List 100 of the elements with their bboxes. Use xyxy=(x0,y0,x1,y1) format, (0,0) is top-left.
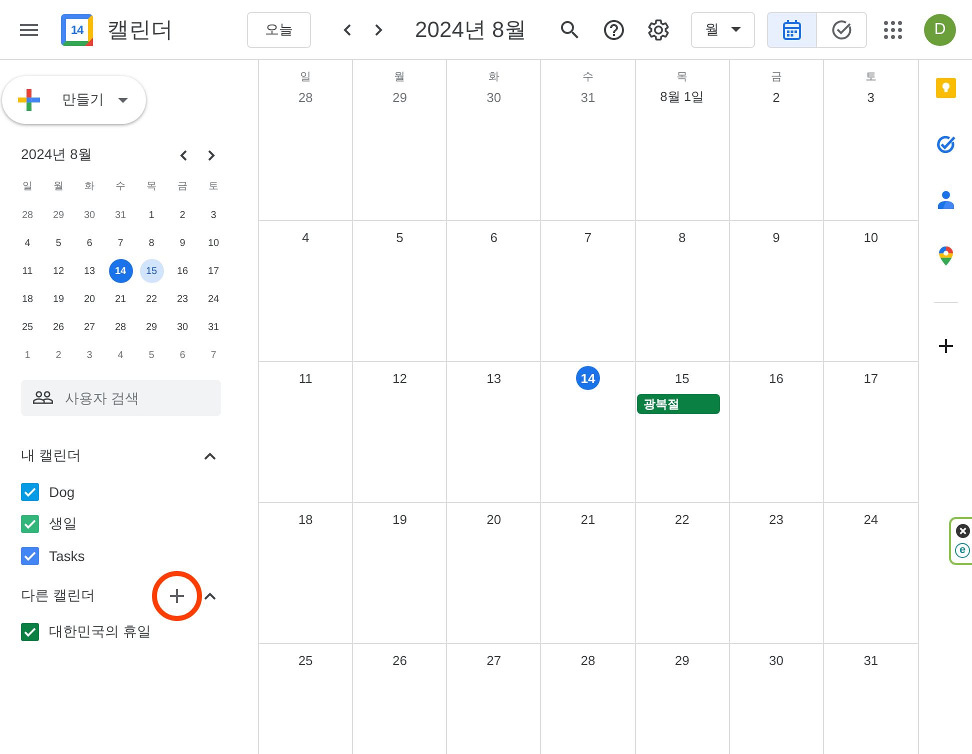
event-chip[interactable]: 광복절 xyxy=(636,394,720,414)
day-number[interactable]: 14 xyxy=(576,366,600,390)
day-number[interactable]: 21 xyxy=(576,507,600,531)
extension-logo[interactable]: e xyxy=(955,543,970,558)
mini-calendar-day[interactable]: 27 xyxy=(78,315,102,339)
day-number[interactable]: 23 xyxy=(764,507,788,531)
mini-calendar-day[interactable]: 5 xyxy=(140,343,164,367)
mini-calendar-day[interactable]: 29 xyxy=(140,315,164,339)
create-button[interactable]: 만들기 xyxy=(2,76,146,124)
mini-calendar-day[interactable]: 15 xyxy=(140,259,164,283)
day-number[interactable]: 13 xyxy=(482,366,506,390)
mini-calendar-day[interactable]: 5 xyxy=(46,231,70,255)
day-number[interactable]: 29 xyxy=(388,85,412,109)
day-number[interactable]: 22 xyxy=(670,507,694,531)
day-number[interactable]: 15 xyxy=(670,366,694,390)
mini-calendar-day[interactable]: 31 xyxy=(108,203,132,227)
mini-calendar-day[interactable]: 4 xyxy=(108,343,132,367)
mini-calendar-day[interactable]: 2 xyxy=(170,203,194,227)
chevron-up-icon xyxy=(204,592,216,600)
view-toggle-tab[interactable] xyxy=(817,12,867,48)
day-number[interactable]: 28 xyxy=(576,648,600,672)
mini-calendar-day[interactable]: 14 xyxy=(108,259,132,283)
day-number[interactable]: 20 xyxy=(482,507,506,531)
mini-calendar-day[interactable]: 13 xyxy=(78,259,102,283)
mini-calendar-day[interactable]: 10 xyxy=(202,231,226,255)
day-number[interactable]: 31 xyxy=(576,85,600,109)
day-number[interactable]: 10 xyxy=(858,225,883,249)
mini-calendar-day[interactable]: 6 xyxy=(78,231,102,255)
mini-calendar-day[interactable]: 9 xyxy=(170,231,194,255)
weekday-label: 일 xyxy=(22,180,32,194)
mini-calendar-day[interactable]: 21 xyxy=(108,287,132,311)
checkbox[interactable] xyxy=(21,547,39,565)
close-icon[interactable] xyxy=(956,524,970,538)
mini-calendar-day[interactable]: 1 xyxy=(140,203,164,227)
weekday-label: 월 xyxy=(54,180,64,194)
view-toggle-tab[interactable] xyxy=(767,12,817,48)
mini-calendar-title: 2024년 8월 xyxy=(21,146,93,164)
day-number[interactable]: 2 xyxy=(764,85,788,109)
mini-calendar-day[interactable]: 3 xyxy=(202,203,226,227)
day-number[interactable]: 11 xyxy=(294,366,318,390)
mini-calendar-day[interactable]: 22 xyxy=(140,287,164,311)
day-number[interactable]: 30 xyxy=(764,648,788,672)
day-number[interactable]: 16 xyxy=(764,366,788,390)
day-number[interactable]: 31 xyxy=(858,648,883,672)
mini-calendar-day[interactable]: 26 xyxy=(46,315,70,339)
mini-calendar-day[interactable]: 18 xyxy=(16,287,40,311)
day-number[interactable]: 30 xyxy=(482,85,506,109)
view-dropdown[interactable]: 월 xyxy=(691,12,755,48)
day-number[interactable]: 28 xyxy=(294,85,318,109)
checkbox[interactable] xyxy=(21,515,39,533)
mini-calendar-day[interactable]: 20 xyxy=(78,287,102,311)
day-number[interactable]: 12 xyxy=(388,366,412,390)
day-number[interactable]: 26 xyxy=(388,648,412,672)
mini-calendar-day[interactable]: 12 xyxy=(46,259,70,283)
people-search-field[interactable]: 사용자 검색 xyxy=(21,380,221,416)
day-number[interactable]: 19 xyxy=(388,507,412,531)
calendar-icon xyxy=(783,20,801,40)
day-number[interactable]: 29 xyxy=(670,648,694,672)
day-number[interactable]: 24 xyxy=(858,507,883,531)
mini-calendar-day[interactable]: 30 xyxy=(170,315,194,339)
checkbox[interactable] xyxy=(21,483,39,501)
mini-calendar-day[interactable]: 3 xyxy=(78,343,102,367)
day-number[interactable]: 25 xyxy=(294,648,318,672)
day-number[interactable]: 8월 1일 xyxy=(656,85,708,109)
mini-calendar-day[interactable]: 7 xyxy=(202,343,226,367)
today-button[interactable]: 오늘 xyxy=(247,12,311,48)
mini-calendar-day[interactable]: 30 xyxy=(78,203,102,227)
mini-calendar-day[interactable]: 31 xyxy=(202,315,226,339)
day-number[interactable]: 3 xyxy=(858,85,883,109)
mini-calendar-day[interactable]: 11 xyxy=(16,259,40,283)
plus-icon xyxy=(18,89,40,111)
highlight-ring xyxy=(152,571,202,621)
mini-calendar-day[interactable]: 6 xyxy=(170,343,194,367)
day-number[interactable]: 7 xyxy=(576,225,600,249)
mini-calendar-day[interactable]: 1 xyxy=(16,343,40,367)
weekday-label: 수 xyxy=(582,70,594,85)
map-pin-icon xyxy=(938,246,952,266)
day-number[interactable]: 5 xyxy=(388,225,412,249)
day-number[interactable]: 6 xyxy=(482,225,506,249)
weekday-label: 일 xyxy=(300,70,312,85)
mini-calendar-day[interactable]: 28 xyxy=(108,315,132,339)
mini-calendar-day[interactable]: 17 xyxy=(202,259,226,283)
mini-calendar-day[interactable]: 16 xyxy=(170,259,194,283)
day-number[interactable]: 17 xyxy=(858,366,883,390)
checkbox[interactable] xyxy=(21,623,39,641)
mini-calendar-day[interactable]: 28 xyxy=(16,203,40,227)
day-number[interactable]: 8 xyxy=(670,225,694,249)
mini-calendar-day[interactable]: 19 xyxy=(46,287,70,311)
mini-calendar-day[interactable]: 8 xyxy=(140,231,164,255)
mini-calendar-day[interactable]: 23 xyxy=(170,287,194,311)
mini-calendar-day[interactable]: 29 xyxy=(46,203,70,227)
day-number[interactable]: 4 xyxy=(294,225,318,249)
mini-calendar-day[interactable]: 24 xyxy=(202,287,226,311)
day-number[interactable]: 27 xyxy=(482,648,506,672)
day-number[interactable]: 18 xyxy=(294,507,318,531)
mini-calendar-day[interactable]: 7 xyxy=(108,231,132,255)
day-number[interactable]: 9 xyxy=(764,225,788,249)
mini-calendar-day[interactable]: 25 xyxy=(16,315,40,339)
mini-calendar-day[interactable]: 2 xyxy=(46,343,70,367)
mini-calendar-day[interactable]: 4 xyxy=(16,231,40,255)
